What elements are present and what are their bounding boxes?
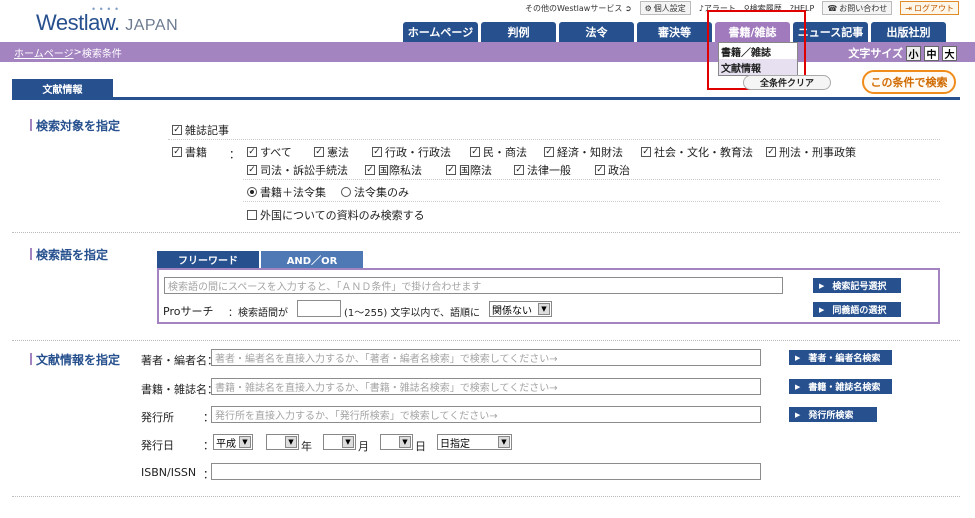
- target-section-label: 検索対象を指定: [30, 117, 120, 134]
- tab-free-word[interactable]: フリーワード: [157, 251, 259, 268]
- logout-button[interactable]: ⇥ ログアウト: [900, 1, 959, 15]
- books-and-statutes-radio[interactable]: 書籍＋法令集: [247, 184, 326, 200]
- category-private-intl-checkbox[interactable]: ✓ 国際私法: [365, 162, 422, 178]
- pro-distance-input[interactable]: [297, 300, 341, 317]
- section-tab-line: [12, 97, 960, 100]
- search-button[interactable]: この条件で検索: [862, 70, 956, 94]
- clear-all-button[interactable]: 全条件クリア: [743, 75, 831, 90]
- category-constitution-checkbox[interactable]: ✓ 憲法: [314, 144, 349, 160]
- publisher-search-button[interactable]: ▶ 発行所検索: [789, 407, 877, 422]
- category-procedure-checkbox[interactable]: ✓ 司法・訴訟手続法: [247, 162, 348, 178]
- checkbox-box: ✓: [172, 125, 182, 135]
- title-input[interactable]: 書籍・雑誌名を直接入力するか、「書籍・雑誌名検索」で検索してください→: [211, 378, 761, 395]
- checkbox-box: ✓: [172, 147, 182, 157]
- phone-icon: ☎: [827, 3, 838, 13]
- play-icon: ▶: [795, 410, 801, 419]
- category-intl-law-checkbox[interactable]: ✓ 国際法: [446, 162, 492, 178]
- day-select[interactable]: ▼: [380, 434, 413, 450]
- category-general-law-checkbox[interactable]: ✓ 法律一般: [514, 162, 571, 178]
- pro-search-label: Proサーチ: [163, 305, 214, 318]
- category-economic-ip-checkbox[interactable]: ✓ 経済・知財法: [544, 144, 623, 160]
- dropdown-arrow-icon: ▼: [498, 436, 510, 448]
- publisher-label: 発行所: [141, 411, 174, 424]
- tab-decisions[interactable]: 審決等: [637, 22, 712, 42]
- font-size-medium-button[interactable]: 中: [924, 45, 939, 61]
- free-word-input[interactable]: 検索語の間にスペースを入力すると、「ＡＮＤ条件」で掛け合わせます: [164, 277, 783, 294]
- arrow-circle-icon: ➲: [624, 3, 632, 13]
- play-icon: ▶: [819, 281, 825, 290]
- logout-icon: ⇥: [905, 3, 912, 13]
- author-input[interactable]: 著者・編者名を直接入力するか、「著者・編者名検索」で検索してください→: [211, 349, 761, 366]
- section-tab-bibliographic[interactable]: 文献情報: [12, 79, 113, 97]
- date-label: 発行日: [141, 439, 174, 452]
- logo-dots: • • • •: [92, 4, 120, 14]
- dropdown-arrow-icon: ▼: [239, 436, 251, 448]
- dropdown-arrow-icon: ▼: [538, 303, 550, 315]
- author-label: 著者・編者名：: [141, 354, 218, 367]
- isbn-input[interactable]: [211, 463, 761, 480]
- font-size-large-button[interactable]: 大: [942, 45, 957, 61]
- tab-and-or[interactable]: AND／OR: [261, 251, 363, 268]
- tab-cases[interactable]: 判例: [481, 22, 556, 42]
- category-social-culture-checkbox[interactable]: ✓ 社会・文化・教育法: [641, 144, 753, 160]
- contact-button[interactable]: ☎ お問い合わせ: [822, 1, 893, 15]
- play-icon: ▶: [819, 305, 825, 314]
- tab-statutes[interactable]: 法令: [559, 22, 634, 42]
- biblio-section-label: 文献情報を指定: [30, 351, 120, 368]
- isbn-label: ISBN/ISSN: [141, 466, 197, 479]
- year-select[interactable]: ▼: [266, 434, 299, 450]
- synonym-select-button[interactable]: ▶ 同義語の選択: [813, 302, 901, 317]
- word-order-select[interactable]: 関係ない ▼: [489, 301, 552, 317]
- era-select[interactable]: 平成 ▼: [213, 434, 253, 450]
- month-select[interactable]: ▼: [323, 434, 356, 450]
- books-checkbox[interactable]: ✓ 書籍: [172, 144, 207, 160]
- play-icon: ▶: [795, 382, 801, 391]
- dropdown-arrow-icon: ▼: [285, 436, 297, 448]
- font-size-small-button[interactable]: 小: [906, 45, 921, 61]
- breadcrumb: ホームページ > 検索条件: [0, 42, 975, 62]
- foreign-only-checkbox[interactable]: 外国についての資料のみ検索する: [247, 207, 425, 223]
- category-all-checkbox[interactable]: ✓ すべて: [247, 144, 292, 160]
- search-code-select-button[interactable]: ▶ 検索記号選択: [813, 278, 901, 293]
- main-nav: ホームページ 判例 法令 審決等 書籍/雑誌 ニュース記事 出版社別: [403, 22, 946, 42]
- category-administrative-checkbox[interactable]: ✓ 行政・行政法: [372, 144, 451, 160]
- dropdown-arrow-icon: ▼: [399, 436, 411, 448]
- author-search-button[interactable]: ▶ 著者・編者名検索: [789, 350, 892, 365]
- westlaw-logo[interactable]: • • • • Westlaw. JAPAN: [36, 4, 178, 36]
- statutes-only-radio[interactable]: 法令集のみ: [341, 184, 409, 200]
- category-politics-checkbox[interactable]: ✓ 政治: [595, 162, 630, 178]
- category-civil-commercial-checkbox[interactable]: ✓ 民・商法: [470, 144, 527, 160]
- other-services-link[interactable]: その他のWestlawサービス ➲: [525, 3, 632, 14]
- personal-settings-button[interactable]: ⚙ 個人設定: [639, 1, 691, 15]
- gear-icon: ⚙: [644, 3, 652, 13]
- magazine-articles-checkbox[interactable]: ✓ 雑誌記事: [172, 122, 229, 138]
- category-criminal-checkbox[interactable]: ✓ 刑法・刑事政策: [766, 144, 856, 160]
- breadcrumb-current: 検索条件: [81, 48, 122, 60]
- breadcrumb-home-link[interactable]: ホームページ: [14, 45, 74, 60]
- publisher-input[interactable]: 発行所を直接入力するか、「発行所検索」で検索してください→: [211, 406, 761, 423]
- keyword-section-label: 検索語を指定: [30, 246, 108, 263]
- title-search-button[interactable]: ▶ 書籍・雑誌名検索: [789, 379, 892, 394]
- row-divider: [243, 179, 940, 180]
- tab-home[interactable]: ホームページ: [403, 22, 478, 42]
- section-divider: [12, 340, 960, 341]
- row-divider: [243, 201, 940, 202]
- row-divider: [168, 139, 940, 140]
- tab-publishers[interactable]: 出版社別: [871, 22, 946, 42]
- play-icon: ▶: [795, 353, 801, 362]
- date-mode-select[interactable]: 日指定 ▼: [437, 434, 512, 450]
- dropdown-arrow-icon: ▼: [342, 436, 354, 448]
- title-label: 書籍・雑誌名：: [141, 383, 218, 396]
- font-size-control: 文字サイズ 小 中 大: [848, 45, 957, 61]
- section-divider: [12, 496, 960, 497]
- section-divider: [12, 232, 960, 233]
